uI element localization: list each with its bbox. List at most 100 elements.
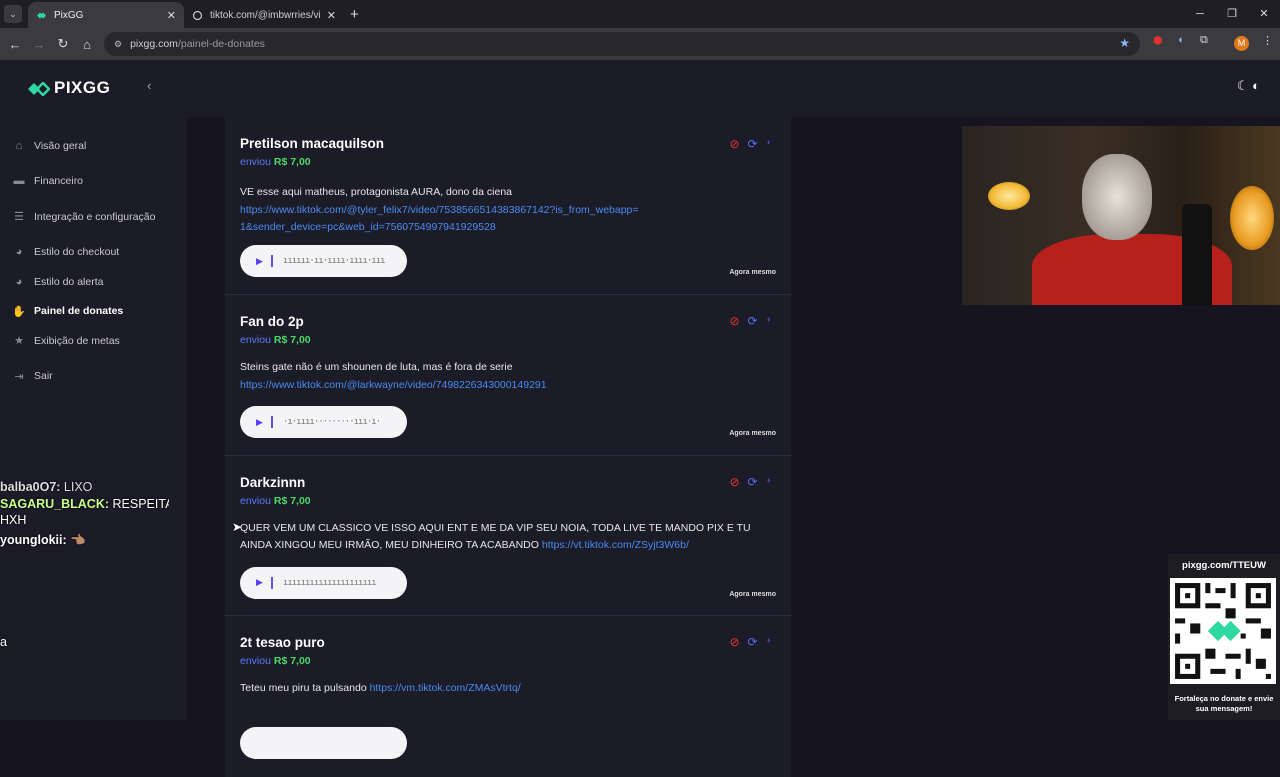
star-icon: ★ <box>14 335 24 348</box>
chat-text: LIXO <box>63 480 93 492</box>
palette-icon: ◕ <box>15 275 23 288</box>
pixgg-logo-icon <box>28 81 51 97</box>
donation-card: Pretilson macaquilson enviou R$ 7,00 VE … <box>225 117 791 295</box>
block-icon[interactable]: ⊘ <box>729 475 739 489</box>
home-icon[interactable]: ⌂ <box>75 37 99 52</box>
audio-player[interactable]: ▶ ıııııı·ıı·ıııı·ıııı·ııı <box>240 245 407 277</box>
audio-player[interactable]: ▶ ·ı·ıııı·········ııı·ı· <box>240 406 407 438</box>
pixgg-favicon-icon <box>36 10 47 21</box>
sidebar-item-financeiro[interactable]: ▬ Financeiro <box>12 167 162 197</box>
mute-icon[interactable]: ◖ <box>766 475 771 489</box>
chat-text: 👈🏽 <box>70 533 86 547</box>
donation-amount-line: enviou R$ 7,00 <box>240 156 791 168</box>
mute-icon[interactable]: ◖ <box>766 137 771 151</box>
forward-icon[interactable]: → <box>27 37 51 52</box>
close-tab-icon[interactable]: ✕ <box>327 9 336 22</box>
play-icon[interactable]: ▶ <box>256 417 263 428</box>
audio-player[interactable] <box>240 727 407 760</box>
donation-message: QUER VEM UM CLASSICO VE ISSO AQUI ENT E … <box>240 520 775 555</box>
webcam-overlay <box>962 126 1280 305</box>
collapse-sidebar-icon[interactable]: ‹ <box>147 78 151 93</box>
close-window-icon[interactable]: ✕ <box>1248 0 1280 28</box>
sent-label: enviou <box>240 156 271 168</box>
sidebar-item-label: Exibição de metas <box>34 334 120 347</box>
sidebar-item-label: Visão geral <box>34 139 87 152</box>
block-icon[interactable]: ⊘ <box>729 314 739 328</box>
sidebar-item-sair[interactable]: ⇥ Sair <box>12 362 162 392</box>
sidebar-item-label: Painel de donates <box>34 305 124 318</box>
replay-icon[interactable]: ⟳ <box>748 635 758 649</box>
message-link[interactable]: https://www.tiktok.com/@tyler_felix7/vid… <box>240 202 640 237</box>
donation-actions: ⊘ ⟳ ◖ <box>729 475 771 489</box>
chat-user: younglokii: <box>0 533 67 547</box>
webcam-streamer <box>1032 144 1232 305</box>
mute-icon[interactable]: ◖ <box>766 635 771 649</box>
tab-search-button[interactable]: ⌄ <box>4 5 22 23</box>
chat-user: balba0O7: <box>0 480 61 492</box>
back-icon[interactable]: ← <box>3 37 27 52</box>
mute-icon[interactable]: ◖ <box>766 314 771 328</box>
microphone <box>1182 204 1212 305</box>
block-icon[interactable]: ⊘ <box>729 635 739 649</box>
sent-label: enviou <box>240 655 271 668</box>
home-icon: ⌂ <box>15 139 23 152</box>
restore-icon[interactable]: ❐ <box>1216 0 1248 28</box>
sidebar-item-exibicao-metas[interactable]: ★ Exibição de metas <box>12 326 162 356</box>
profile-avatar[interactable]: M <box>1234 36 1249 51</box>
donor-name: 2t tesao puro <box>240 635 325 651</box>
browser-menu-icon[interactable]: ⋮ <box>1262 34 1273 47</box>
donation-amount-line: enviou R$ 7,00 <box>240 334 791 346</box>
mouse-cursor-icon: ➤ <box>232 520 243 534</box>
site-info-icon[interactable]: ⚙ <box>114 39 122 50</box>
replay-icon[interactable]: ⟳ <box>748 137 758 151</box>
donation-amount-line: enviou R$ 7,00 <box>240 655 791 667</box>
audio-waveform: ııııııııııııııııııııı <box>282 577 377 588</box>
tab-tiktok[interactable]: tiktok.com/@imbwrries/video/ ✕ <box>184 2 344 28</box>
sidebar-item-label: Estilo do alerta <box>34 275 104 288</box>
message-link[interactable]: https://vt.tiktok.com/ZSyjt3W6b/ <box>542 539 689 551</box>
sidebar-item-visao-geral[interactable]: ⌂ Visão geral <box>12 131 162 161</box>
tab-pixgg[interactable]: PixGG ✕ <box>28 2 184 28</box>
new-tab-icon[interactable]: + <box>350 6 359 23</box>
reload-icon[interactable]: ↻ <box>51 36 75 52</box>
extension-red-icon[interactable]: ⬢ <box>1153 34 1163 47</box>
donor-name: Pretilson macaquilson <box>240 136 385 151</box>
replay-icon[interactable]: ⟳ <box>748 314 758 328</box>
donation-actions: ⊘ ⟳ ◖ <box>729 137 771 151</box>
theme-toggle-icon[interactable]: ☾ ◐ <box>1237 78 1260 94</box>
qr-caption: Fortaleça no donate e envie sua mensagem… <box>1174 694 1274 713</box>
message-link[interactable]: https://vm.tiktok.com/ZMAsVtrtq/ <box>370 682 521 694</box>
card-icon: ▬ <box>13 175 25 188</box>
message-text: VE esse aqui matheus, protagonista AURA,… <box>240 186 513 198</box>
window-controls: ─ ❐ ✕ <box>1184 0 1280 28</box>
donation-card: 2t tesao puro enviou R$ 7,00 Teteu meu p… <box>225 616 791 777</box>
donation-amount: R$ 7,00 <box>273 334 311 346</box>
donor-name: Fan do 2p <box>240 314 304 329</box>
close-tab-icon[interactable]: ✕ <box>167 9 176 22</box>
tab-title: PixGG <box>54 9 84 21</box>
audio-player[interactable]: ▶ ııııııııııııııııııııı <box>240 566 407 599</box>
sidebar-item-painel-donates[interactable]: ✋ Painel de donates <box>12 297 162 327</box>
play-icon[interactable]: ▶ <box>256 256 263 267</box>
sidebar-item-label: Sair <box>34 370 53 383</box>
play-icon[interactable]: ▶ <box>256 577 263 588</box>
chat-message: a <box>0 634 190 650</box>
message-link[interactable]: https://www.tiktok.com/@larkwayne/video/… <box>240 379 547 391</box>
tiktok-favicon-icon <box>192 10 203 21</box>
block-icon[interactable]: ⊘ <box>729 137 739 151</box>
palette-icon: ◕ <box>15 246 23 259</box>
sent-label: enviou <box>240 334 271 346</box>
logo-text: PIXGG <box>54 78 111 97</box>
qr-code <box>1170 578 1276 684</box>
sidebar-item-integracao[interactable]: ☰ Integração e configuração <box>12 202 162 232</box>
sidebar-item-estilo-alerta[interactable]: ◕ Estilo do alerta <box>12 267 162 297</box>
extensions-puzzle-icon[interactable]: ⧉ <box>1200 34 1208 47</box>
replay-icon[interactable]: ⟳ <box>748 475 758 489</box>
browser-toolbar: ← → ↻ ⌂ ⚙ pixgg.com/painel-de-donates ★ … <box>0 28 1280 60</box>
address-bar[interactable]: ⚙ pixgg.com/painel-de-donates ★ <box>104 32 1140 56</box>
sidebar-item-estilo-checkout[interactable]: ◕ Estilo do checkout <box>12 238 162 268</box>
extension-audio-icon[interactable]: ◖ <box>1177 34 1184 46</box>
donation-actions: ⊘ ⟳ ◖ <box>729 635 771 649</box>
bookmark-star-icon[interactable]: ★ <box>1119 36 1130 50</box>
minimize-icon[interactable]: ─ <box>1184 0 1216 28</box>
